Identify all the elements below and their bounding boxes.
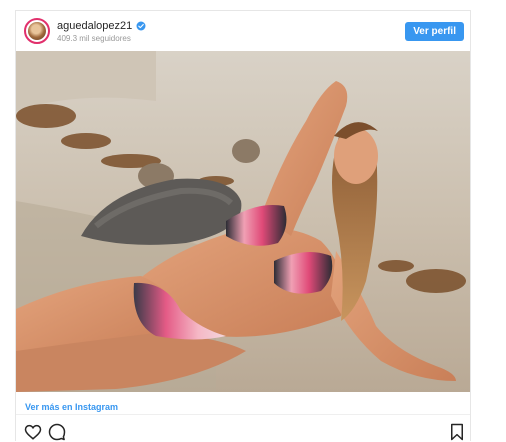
- view-profile-button[interactable]: Ver perfil: [405, 22, 464, 41]
- post-header: aguedalopez21 409.3 mil seguidores Ver p…: [16, 11, 470, 51]
- avatar-image: [28, 22, 46, 40]
- beach-photo-image: [16, 51, 470, 392]
- follower-count: 409.3 mil seguidores: [57, 34, 131, 43]
- heart-icon[interactable]: [24, 423, 42, 441]
- instagram-embed-card: aguedalopez21 409.3 mil seguidores Ver p…: [15, 10, 471, 441]
- verified-badge-icon: [136, 21, 146, 31]
- avatar[interactable]: [24, 18, 50, 44]
- view-more-on-instagram-link[interactable]: Ver más en Instagram: [25, 402, 118, 412]
- username-link[interactable]: aguedalopez21: [57, 20, 132, 32]
- bookmark-icon[interactable]: [448, 423, 466, 441]
- post-photo[interactable]: [16, 51, 470, 392]
- action-bar: [16, 415, 470, 442]
- comment-icon[interactable]: [48, 423, 66, 441]
- username-row: aguedalopez21: [57, 20, 146, 32]
